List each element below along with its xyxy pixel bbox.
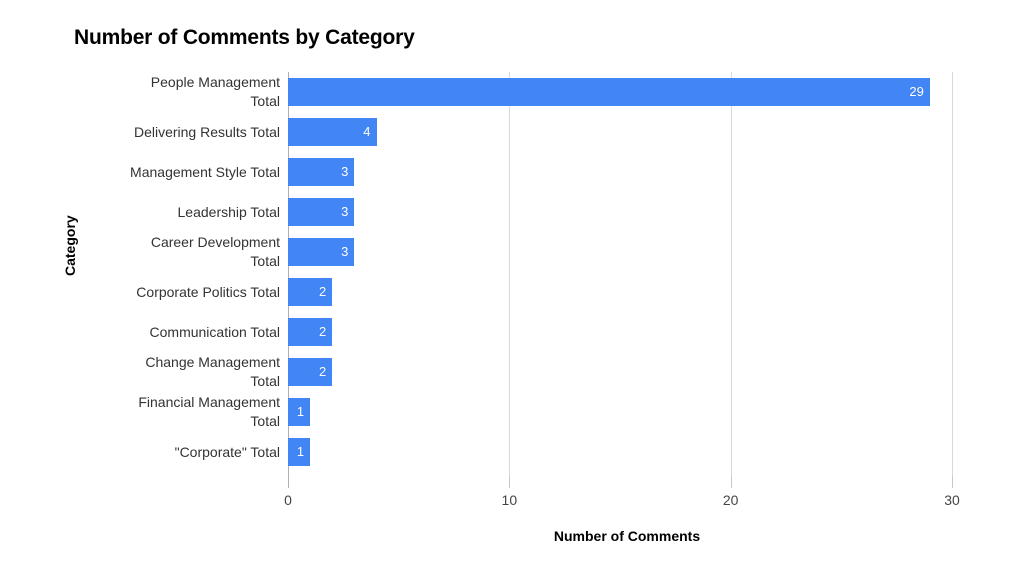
bar-row[interactable]: 29 — [288, 72, 952, 112]
bar-row[interactable]: 3 — [288, 152, 952, 192]
chart-title: Number of Comments by Category — [74, 26, 415, 49]
y-axis-category-label: Leadership Total — [177, 203, 280, 220]
bar-value-label: 1 — [296, 444, 305, 459]
bar-value-label: 3 — [341, 244, 349, 259]
bar-row[interactable]: 4 — [288, 112, 952, 152]
bar-value-label: 3 — [341, 204, 349, 219]
bar-row[interactable]: 3 — [288, 232, 952, 272]
bar-value-label: 2 — [319, 364, 327, 379]
bar-chart: Number of Comments by Category Category … — [0, 0, 1024, 576]
gridline-30 — [952, 72, 953, 476]
bar-value-label: 3 — [341, 164, 349, 179]
y-axis-category-label: Change Management Total — [145, 354, 280, 389]
x-tick-mark — [952, 476, 953, 488]
x-axis-tick-label: 0 — [284, 492, 292, 508]
bar-row[interactable]: 3 — [288, 192, 952, 232]
bar-row[interactable]: 2 — [288, 272, 952, 312]
y-axis-category-label: Management Style Total — [130, 163, 280, 180]
bar-row[interactable]: 2 — [288, 352, 952, 392]
x-axis-title: Number of Comments — [553, 528, 701, 544]
x-axis-tick-label: 30 — [944, 492, 960, 508]
bar-row[interactable]: 1 — [288, 392, 952, 432]
y-axis-category-label: Financial Management Total — [138, 394, 280, 429]
x-tick-mark — [730, 476, 732, 488]
bar-value-label: 4 — [363, 124, 371, 139]
plot-area: 0 10 20 30 29 4 3 3 3 2 2 2 1 1 — [284, 72, 960, 508]
y-axis-category-label: Delivering Results Total — [133, 123, 280, 140]
y-axis-category-label: Communication Total — [149, 323, 280, 340]
y-axis-category-label: "Corporate" Total — [174, 443, 280, 460]
y-axis-category-label: Career Development Total — [150, 234, 280, 269]
bar-value-label: 2 — [319, 324, 327, 339]
bar-value-label: 2 — [319, 284, 327, 299]
bar-value-label: 29 — [909, 84, 924, 99]
bar-value-label: 1 — [296, 404, 305, 419]
x-axis-tick-label: 10 — [501, 492, 518, 508]
y-axis-category-label: Corporate Politics Total — [136, 283, 280, 300]
x-axis-tick-label: 20 — [722, 492, 739, 508]
bar-row[interactable]: 2 — [288, 312, 952, 352]
bar-row[interactable]: 1 — [288, 432, 952, 472]
x-tick-mark — [509, 476, 511, 488]
y-axis-category-label: People Management Total — [150, 74, 280, 109]
